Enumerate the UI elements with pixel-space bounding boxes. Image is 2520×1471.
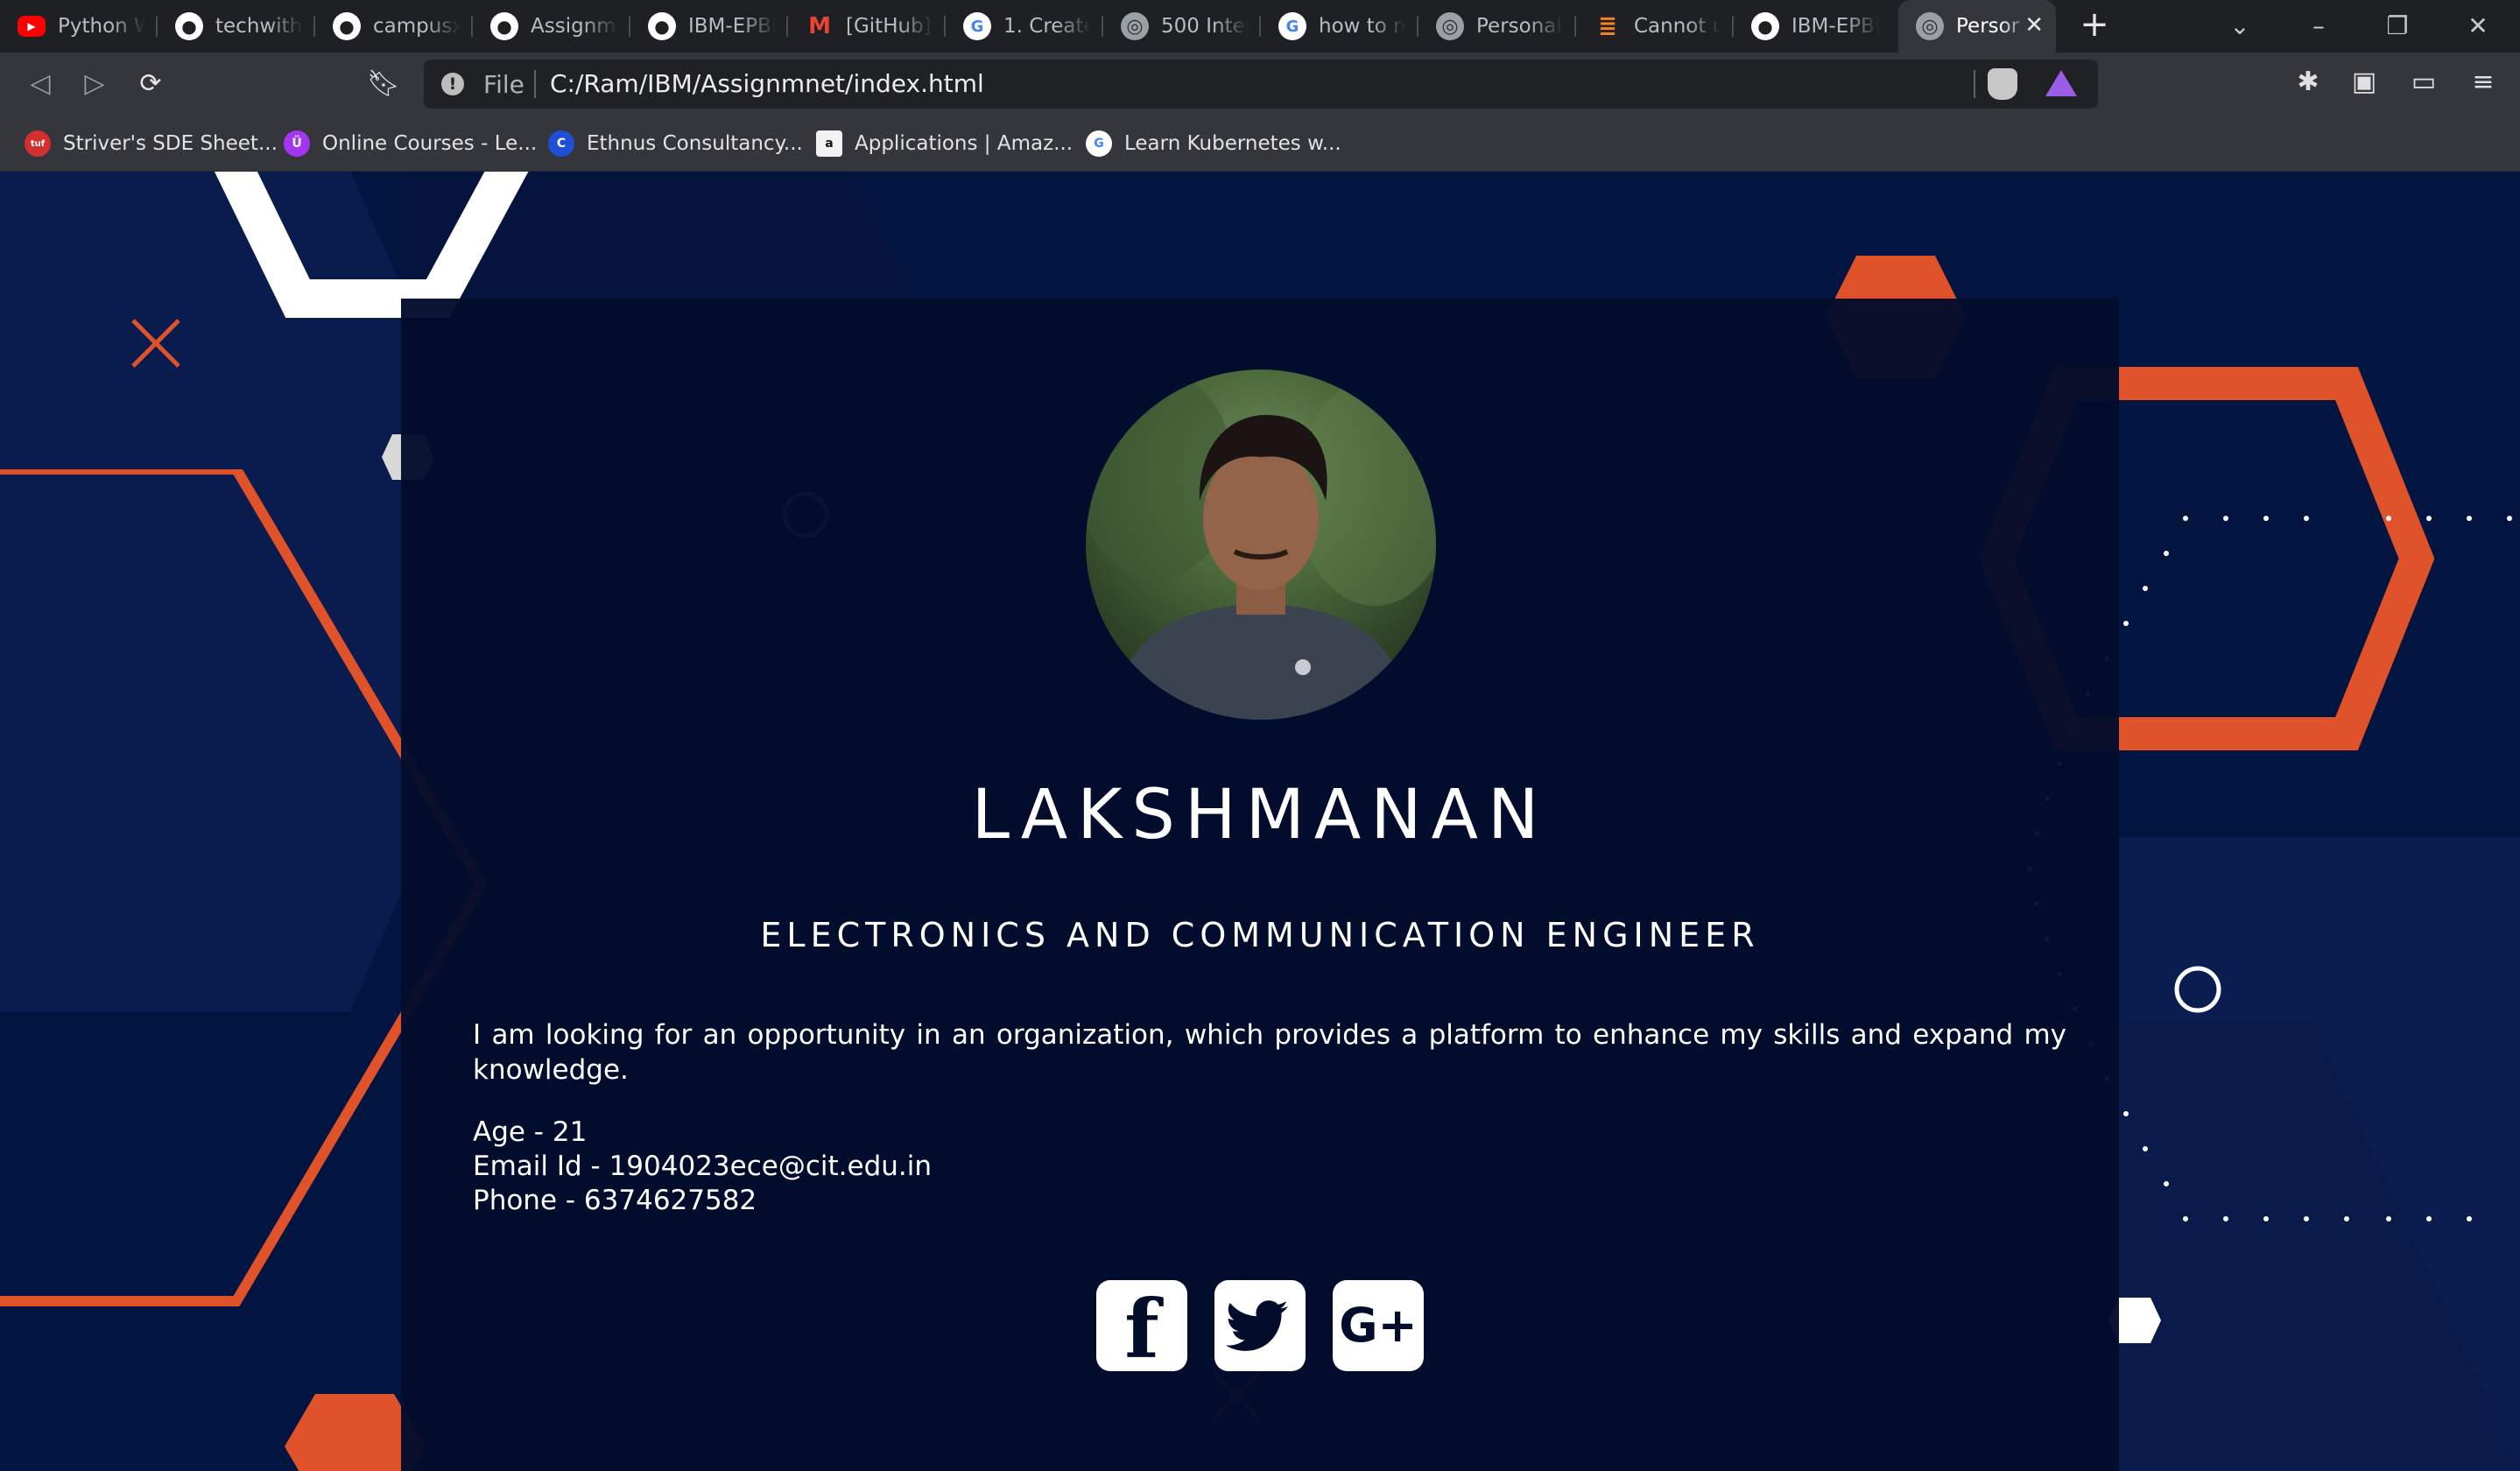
cross-shape-left	[131, 319, 180, 368]
address-bar[interactable]: ! File C:/Ram/IBM/Assignmnet/index.html	[424, 60, 2098, 109]
browser-tab[interactable]: ◎ Persor ✕	[1898, 0, 2056, 53]
site-info-icon[interactable]: !	[441, 73, 464, 95]
close-window-button[interactable]: ✕	[2452, 7, 2504, 46]
portfolio-page: LAKSHMANAN ELECTRONICS AND COMMUNICATION…	[0, 172, 2520, 1471]
divider	[534, 70, 536, 98]
browser-tab[interactable]: Ghow to re	[1261, 0, 1418, 53]
tab-label: techwithti	[215, 15, 303, 38]
brave-rewards-icon[interactable]	[2045, 70, 2077, 96]
facebook-icon[interactable]: f	[1096, 1280, 1187, 1376]
bookmark-item[interactable]: C Ethnus Consultancy...	[548, 126, 803, 161]
reload-button[interactable]: ⟳	[131, 65, 170, 103]
tab-label: campusx-	[373, 15, 461, 38]
phone-text: Phone - 6374627582	[473, 1185, 757, 1216]
bookmark-item[interactable]: Ü Online Courses - Le...	[284, 126, 537, 161]
person-avatar-icon	[1086, 370, 1436, 720]
bookmark-page-button[interactable]: 🔖︎	[364, 65, 403, 103]
tab-label: IBM-EPBL	[688, 15, 776, 38]
globe-icon: ◎	[1121, 12, 1149, 40]
bookmark-label: Ethnus Consultancy...	[587, 132, 803, 155]
browser-tab[interactable]: ● IBM-EPBL	[630, 0, 788, 53]
github-icon: ●	[1751, 12, 1779, 40]
tab-strip: ▶ Python W ● techwithti ● campusx- ● Assignme ● I…	[0, 0, 2520, 53]
age-text: Age - 21	[473, 1116, 588, 1148]
bookmarks-bar: tuf Striver's SDE Sheet... Ü Online Courses…	[0, 116, 2520, 172]
github-icon: ●	[175, 12, 203, 40]
brave-shields-icon[interactable]	[1988, 68, 2017, 100]
bookmark-item[interactable]: tuf Striver's SDE Sheet...	[25, 126, 278, 161]
globe-icon: ◎	[1916, 12, 1944, 40]
browser-tab[interactable]: ● Assignme	[473, 0, 630, 53]
browser-tab[interactable]: ● campusx-	[315, 0, 473, 53]
browser-tab[interactable]: M [GitHub] F	[788, 0, 946, 53]
google-icon: G	[1086, 130, 1112, 157]
email-text: Email Id - 1904023ece@cit.edu.in	[473, 1151, 933, 1182]
github-icon: ●	[490, 12, 518, 40]
globe-icon: ◎	[1436, 12, 1464, 40]
wallet-icon[interactable]: ▭	[2406, 65, 2441, 100]
google-plus-icon[interactable]: G+	[1333, 1280, 1424, 1371]
ethnus-icon: C	[548, 130, 574, 157]
sidebar-icon[interactable]: ▣	[2347, 65, 2382, 100]
tuf-icon: tuf	[25, 130, 51, 157]
career-objective: I am looking for an opportunity in an or…	[473, 1019, 2066, 1086]
tab-label: 1. Create	[1003, 15, 1091, 38]
tab-search-button[interactable]: ⌄	[2214, 7, 2266, 46]
menu-icon[interactable]: ≡	[2466, 65, 2501, 100]
bookmark-label: Striver's SDE Sheet...	[63, 132, 278, 155]
profile-title: ELECTRONICS AND COMMUNICATION ENGINEER	[760, 916, 1760, 954]
back-button[interactable]: ◁	[21, 65, 60, 103]
bookmark-label: Learn Kubernetes w...	[1124, 132, 1341, 155]
github-icon: ●	[333, 12, 361, 40]
tab-label: 500 Intern	[1161, 15, 1249, 38]
forward-button[interactable]: ▷	[75, 65, 114, 103]
extensions-icon[interactable]: ✱	[2291, 65, 2326, 100]
google-icon: G	[963, 12, 991, 40]
browser-tab[interactable]: ● techwithti	[158, 0, 315, 53]
stackoverflow-icon: ≣	[1598, 13, 1617, 39]
browser-tab[interactable]: ≣ Cannot up	[1576, 0, 1734, 53]
bookmark-label: Online Courses - Le...	[322, 132, 538, 155]
bookmark-label: Applications | Amaz...	[855, 132, 1073, 155]
browser-tab[interactable]: ◎ 500 Intern	[1103, 0, 1261, 53]
browser-tab[interactable]: ● IBM-EPBL	[1734, 0, 1891, 53]
tab-label: Assignme	[531, 15, 618, 38]
tab-label: Cannot up	[1634, 15, 1721, 38]
tab-label: IBM-EPBL	[1791, 15, 1879, 38]
url-scheme-label: File	[483, 70, 524, 99]
close-tab-icon[interactable]: ✕	[2024, 14, 2044, 37]
youtube-icon: ▶	[18, 16, 46, 37]
tab-label: [GitHub] F	[846, 15, 933, 38]
profile-name: LAKSHMANAN	[971, 776, 1549, 855]
bookmark-item[interactable]: G Learn Kubernetes w...	[1086, 126, 1341, 161]
tab-label: Persor	[1956, 15, 2020, 38]
browser-tab[interactable]: ◎ Personal V	[1418, 0, 1576, 53]
minimize-button[interactable]: –	[2292, 7, 2345, 46]
divider	[1974, 70, 1975, 98]
tab-label: Python W	[58, 15, 145, 38]
bookmark-item[interactable]: a Applications | Amaz...	[816, 126, 1073, 161]
contact-details: Age - 21 Email Id - 1904023ece@cit.edu.i…	[473, 1116, 932, 1218]
tab-label: Personal V	[1476, 15, 1564, 38]
url-text[interactable]: C:/Ram/IBM/Assignmnet/index.html	[550, 69, 984, 98]
twitter-icon[interactable]	[1214, 1280, 1306, 1371]
twitter-bird-icon	[1225, 1300, 1288, 1351]
restore-button[interactable]: ❐	[2371, 7, 2424, 46]
amazon-icon: a	[816, 130, 842, 157]
new-tab-button[interactable]: +	[2075, 7, 2114, 46]
github-icon: ●	[648, 12, 676, 40]
tab-label: how to re	[1319, 15, 1406, 38]
profile-photo	[1086, 370, 1436, 720]
gmail-icon: M	[808, 13, 831, 39]
udemy-icon: Ü	[284, 130, 310, 157]
google-icon: G	[1278, 12, 1306, 40]
browser-tab[interactable]: ▶ Python W	[0, 0, 158, 53]
browser-tab[interactable]: G 1. Create	[946, 0, 1103, 53]
